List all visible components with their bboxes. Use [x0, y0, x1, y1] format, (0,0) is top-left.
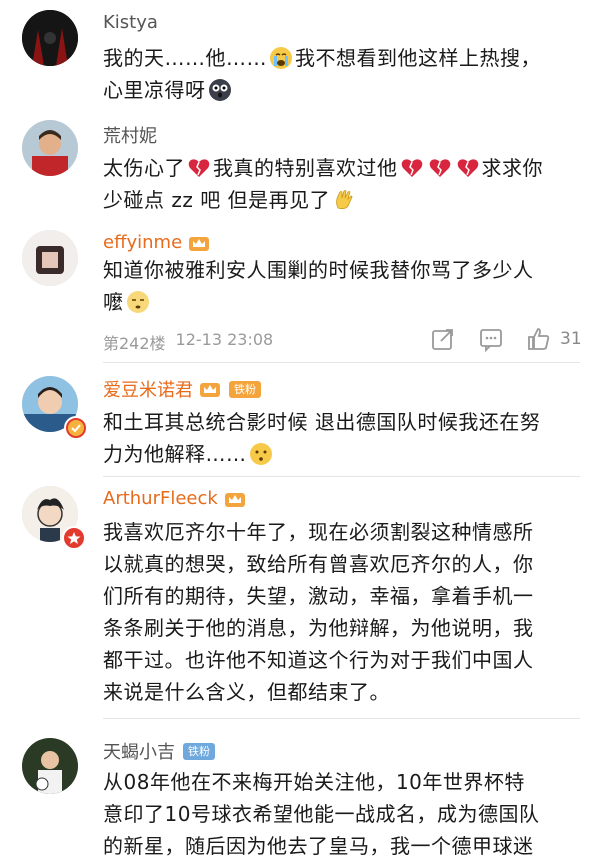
- like-count: 31: [560, 329, 582, 349]
- timestamp: 12-13 23:08: [175, 330, 274, 349]
- broken-heart-icon: [187, 156, 211, 180]
- broken-heart-icon: [428, 156, 452, 180]
- comment-line: 从08年他在不来梅开始关注他，10年世界杯特: [103, 770, 525, 794]
- fan-badge: 铁粉: [229, 380, 261, 398]
- comment-line: 的新星，随后因为他去了皇马，我一个德甲球迷: [103, 834, 534, 858]
- divider: [103, 718, 580, 719]
- username[interactable]: 天蝎小吉: [103, 738, 175, 764]
- waving-hand-icon: [332, 188, 356, 212]
- comment-text: 我喜欢厄齐尔十年了，现在必须割裂这种情感所 以就真的想哭，致给所有曾喜欢厄齐尔的…: [103, 516, 583, 708]
- vip-crown-icon: [188, 234, 210, 252]
- comment-text: 从08年他在不来梅开始关注他，10年世界杯特 意印了10号球衣希望他能一战成名，…: [103, 766, 583, 862]
- comment-text: 太伤心了 我真的特别喜欢过他 求求你 少碰点 zz 吧 但是再见了: [103, 156, 543, 212]
- username[interactable]: effyinme: [103, 232, 182, 253]
- comment-line: 以就真的想哭，致给所有曾喜欢厄齐尔的人，你: [103, 552, 534, 576]
- expressionless-face-icon: [249, 442, 273, 466]
- comment-meta: 第242楼 12-13 23:08: [103, 330, 273, 354]
- share-icon[interactable]: [430, 326, 456, 352]
- divider: [103, 362, 580, 363]
- comment-line: 我喜欢厄齐尔十年了，现在必须割裂这种情感所: [103, 520, 534, 544]
- comment-line: 来说是什么含义，但都结束了。: [103, 680, 390, 704]
- divider: [103, 476, 580, 477]
- like-thumb-icon[interactable]: [526, 326, 552, 352]
- comment-text: 我的天……他…… 我不想看到他这样上热搜， 心里凉得呀: [103, 46, 541, 102]
- comment-text: 知道你被雅利安人围剿的时候我替你骂了多少人 嚒: [103, 258, 534, 314]
- comment-line: 条条刷关于他的消息，为他辩解，为他说明，我: [103, 616, 534, 640]
- username[interactable]: 荒村妮: [103, 122, 157, 148]
- broken-heart-icon: [456, 156, 480, 180]
- floor-number: 第242楼: [103, 334, 166, 353]
- broken-heart-icon: [400, 156, 424, 180]
- comment-actions: 31: [430, 326, 582, 353]
- comment-line: 意印了10号球衣希望他能一战成名，成为德国队: [103, 802, 540, 826]
- fan-badge: 铁粉: [183, 742, 215, 760]
- avatar[interactable]: [22, 10, 78, 66]
- comment-line: 都干过。也许他不知道这个行为对于我们中国人: [103, 648, 534, 672]
- sleepy-face-icon: [126, 290, 150, 314]
- verified-badge-icon: [64, 416, 88, 440]
- username[interactable]: 爱豆米诺君: [103, 376, 193, 402]
- shocked-face-icon: [208, 78, 232, 102]
- comment-line: 们所有的期待，失望，激动，幸福，拿着手机一: [103, 584, 534, 608]
- username[interactable]: ArthurFleeck: [103, 488, 218, 509]
- avatar[interactable]: [22, 230, 78, 286]
- avatar[interactable]: [22, 738, 78, 794]
- avatar[interactable]: [22, 120, 78, 176]
- username[interactable]: Kistya: [103, 12, 158, 33]
- comment-text: 和土耳其总统合影时候 退出德国队时候我还在努 力为他解释……: [103, 410, 541, 466]
- vip-crown-icon: [224, 490, 246, 508]
- crying-face-icon: [269, 46, 293, 70]
- honor-badge-icon: [62, 526, 86, 550]
- comment-icon[interactable]: [478, 326, 504, 353]
- vip-crown-icon: [199, 380, 221, 398]
